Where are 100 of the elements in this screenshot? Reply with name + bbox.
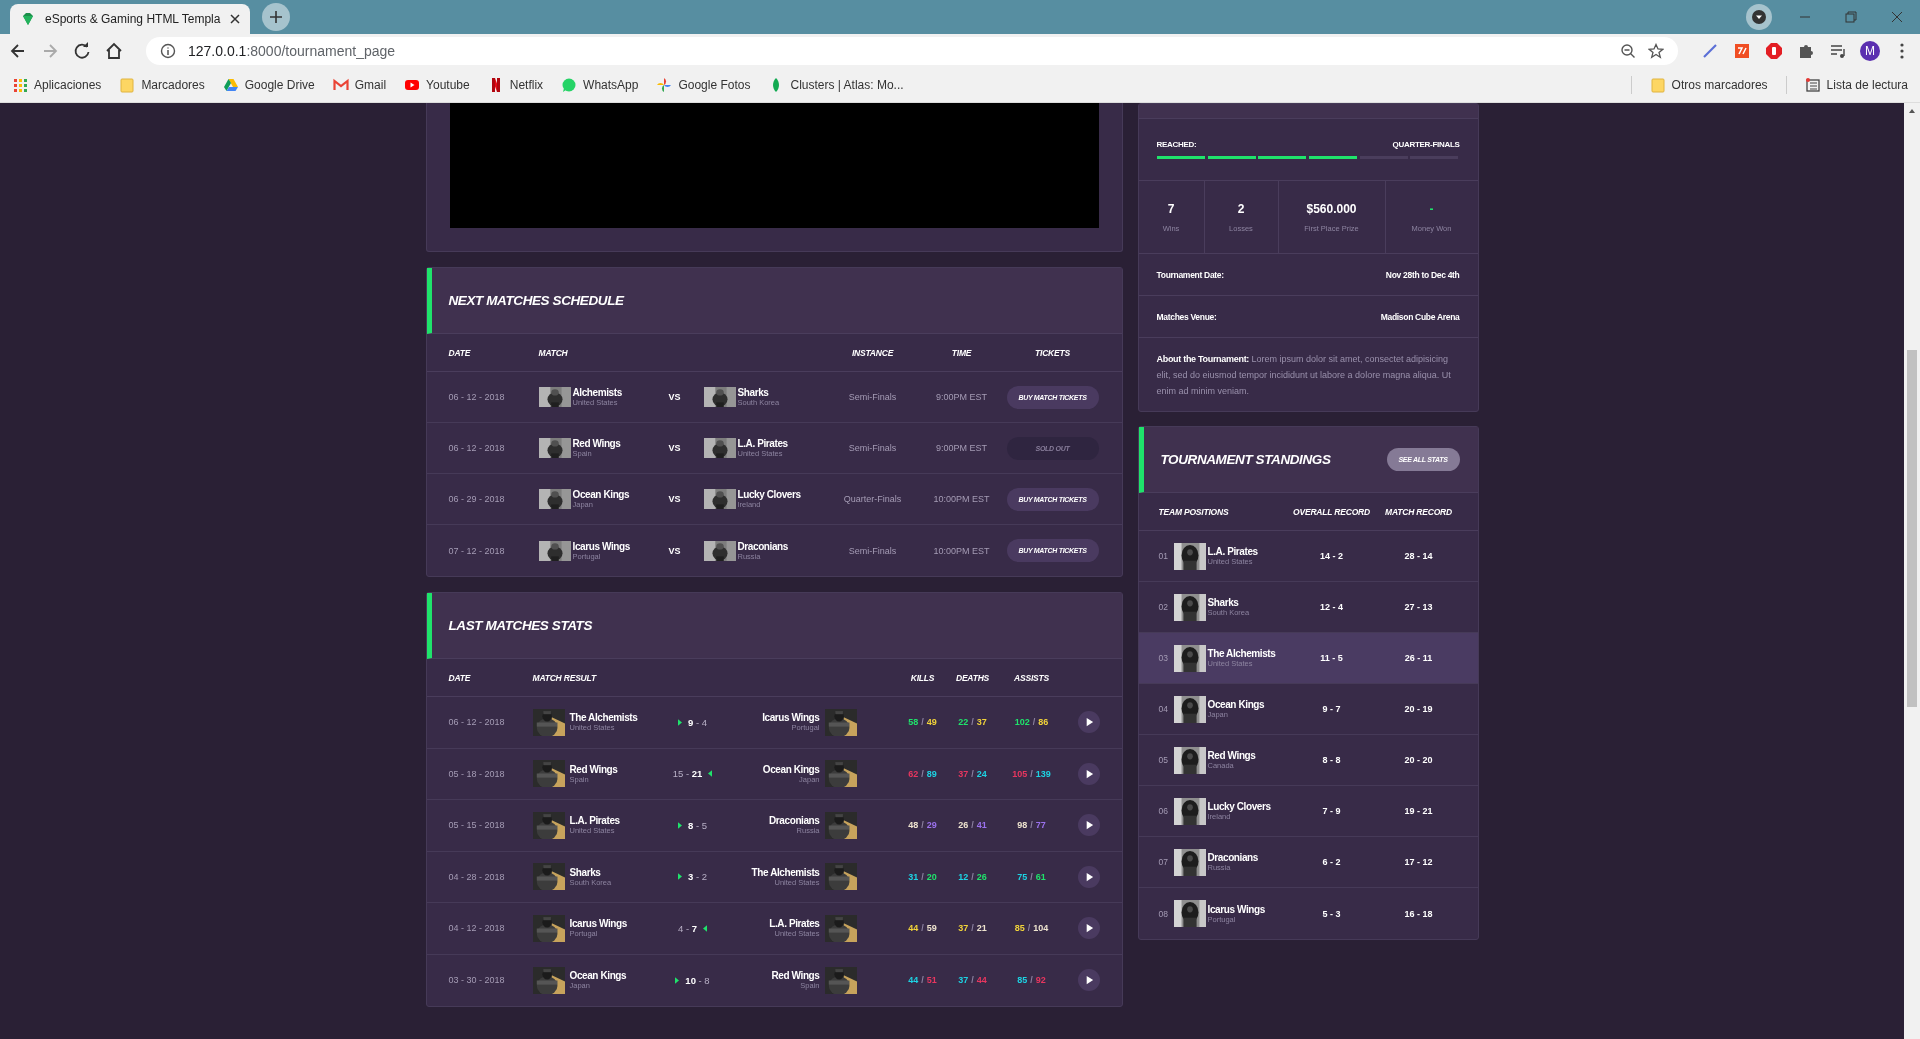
play-button[interactable] <box>1077 917 1100 940</box>
kills-stat: 44 / 51 <box>907 975 938 986</box>
stat-value: 7 <box>1167 201 1175 216</box>
match-record: 20 - 19 <box>1403 704 1434 714</box>
tab-search-icon[interactable] <box>1746 4 1772 30</box>
bookmark[interactable]: Marcadores <box>119 77 205 93</box>
team-name: Ocean Kings <box>572 489 630 500</box>
bookmark[interactable]: Google Fotos <box>656 77 751 93</box>
match-score: 4 - 7 <box>678 922 697 934</box>
bookmark[interactable]: Gmail <box>332 77 387 93</box>
bookmark[interactable]: Google Drive <box>222 77 315 93</box>
play-button[interactable] <box>1077 865 1100 888</box>
team-name: Icarus Wings <box>572 540 630 552</box>
versus-label: VS <box>667 494 682 504</box>
match-date: 07 - 12 - 2018 <box>448 545 506 556</box>
team-name: Ocean Kings <box>1207 699 1265 710</box>
deaths-stat: 12 / 26 <box>957 871 988 882</box>
folder-icon <box>119 77 136 93</box>
column-header: ASSISTS <box>1014 672 1049 683</box>
deaths-stat: 37 / 21 <box>957 923 988 934</box>
match-record: 19 - 21 <box>1403 806 1434 816</box>
deaths-stat: 22 / 37 <box>957 717 988 728</box>
match-time: 9:00PM EST <box>936 443 987 453</box>
bookmark[interactable]: Lista de lectura <box>1804 77 1908 93</box>
match-time: 10:00PM EST <box>933 494 990 504</box>
bookmark[interactable]: Netflix <box>487 77 544 93</box>
column-header: MATCH RECORD <box>1385 506 1452 517</box>
play-button[interactable] <box>1077 969 1100 992</box>
stat-value: $560.000 <box>1306 201 1357 216</box>
match-date: 06 - 29 - 2018 <box>448 494 506 504</box>
detail-value: Madison Cube Arena <box>1380 311 1460 322</box>
reload-icon[interactable] <box>72 41 92 61</box>
close-icon[interactable] <box>230 14 240 24</box>
play-button[interactable] <box>1077 762 1100 785</box>
match-stage: Quarter-Finals <box>843 494 902 504</box>
panel-title: LAST MATCHES STATS <box>448 618 593 633</box>
team-position: 03 <box>1158 653 1169 663</box>
star-icon[interactable] <box>1648 43 1664 59</box>
team-name: The Alchemists <box>569 712 638 724</box>
match-stage: Semi-Finals <box>848 545 897 556</box>
address-bar[interactable]: 127.0.0.1:8000/tournament_page <box>146 37 1678 65</box>
panel-title: NEXT MATCHES SCHEDULE <box>448 293 624 308</box>
match-date: 05 - 15 - 2018 <box>448 820 506 831</box>
profile-avatar[interactable]: M <box>1860 41 1880 61</box>
home-icon[interactable] <box>104 41 124 61</box>
team-name: L.A. Pirates <box>769 918 820 930</box>
assists-stat: 98 / 77 <box>1016 820 1047 831</box>
bookmark[interactable]: Youtube <box>404 77 470 93</box>
kills-stat: 62 / 89 <box>907 768 938 779</box>
panel-title: TOURNAMENT STANDINGS <box>1160 452 1331 467</box>
team-name: Red Wings <box>569 763 618 775</box>
team-name: Draconians <box>1207 852 1258 863</box>
bookmark[interactable]: Clusters | Atlas: Mo... <box>768 77 904 93</box>
match-record: 28 - 14 <box>1403 551 1434 561</box>
play-button[interactable] <box>1077 711 1100 734</box>
column-header: KILLS <box>910 672 935 683</box>
overall-record: 8 - 8 <box>1321 755 1342 765</box>
match-date: 05 - 18 - 2018 <box>448 768 506 779</box>
bookmark[interactable]: WhatsApp <box>561 77 639 93</box>
detail-label: Tournament Date: <box>1156 269 1224 280</box>
deaths-stat: 26 / 41 <box>957 820 988 831</box>
team-name: L.A. Pirates <box>569 815 620 827</box>
info-icon[interactable] <box>160 43 176 59</box>
detail-label: Matches Venue: <box>1156 311 1217 322</box>
match-date: 06 - 12 - 2018 <box>448 392 506 402</box>
overall-record: 12 - 4 <box>1319 602 1344 612</box>
kills-stat: 31 / 20 <box>907 871 938 882</box>
match-time: 10:00PM EST <box>933 545 990 556</box>
scroll-thumb[interactable] <box>1907 350 1917 707</box>
team-name: Alchemists <box>572 387 622 398</box>
match-stage: Semi-Finals <box>848 392 897 402</box>
new-tab-button[interactable] <box>262 3 290 31</box>
team-position: 07 <box>1158 857 1169 867</box>
team-name: Red Wings <box>1207 750 1256 761</box>
assists-stat: 85 / 104 <box>1013 923 1050 934</box>
match-record: 26 - 11 <box>1403 653 1434 663</box>
bookmark[interactable]: Aplicaciones <box>12 77 102 93</box>
apps-grid-icon <box>12 77 28 93</box>
team-name: Draconians <box>769 815 820 827</box>
stat-value: - <box>1429 201 1434 216</box>
drive-triangle-icon <box>222 77 239 93</box>
browser-tab[interactable]: eSports & Gaming HTML Templa <box>10 4 250 34</box>
versus-label: VS <box>667 545 682 556</box>
team-name: Red Wings <box>572 438 621 449</box>
extension-icon[interactable] <box>1732 41 1752 61</box>
team-name: Sharks <box>737 387 770 398</box>
stop-hand-icon[interactable] <box>1764 41 1784 61</box>
team-name: L.A. Pirates <box>1207 546 1258 557</box>
team-name: Lucky Clovers <box>1207 801 1271 812</box>
play-button[interactable] <box>1077 814 1100 837</box>
about-text: About the Tournament: Lorem ipsum dolor sit amet, consectet adipisicing elit, sed do eiusmod tempor incididunt ut labore a dolore magna aliqua. Ut enim ad minim veniam. <box>1155 353 1452 398</box>
zoom-out-icon[interactable] <box>1620 43 1636 59</box>
chat-bubble-icon <box>561 77 578 93</box>
bookmark[interactable]: Otros marcadores <box>1649 77 1768 93</box>
column-header: DATE <box>448 347 472 358</box>
tab-title: eSports & Gaming HTML Templa <box>45 12 221 26</box>
kills-stat: 58 / 49 <box>907 717 938 728</box>
team-position: 04 <box>1158 704 1169 714</box>
team-name: Red Wings <box>771 970 820 982</box>
scrollbar[interactable] <box>1904 103 1920 1039</box>
